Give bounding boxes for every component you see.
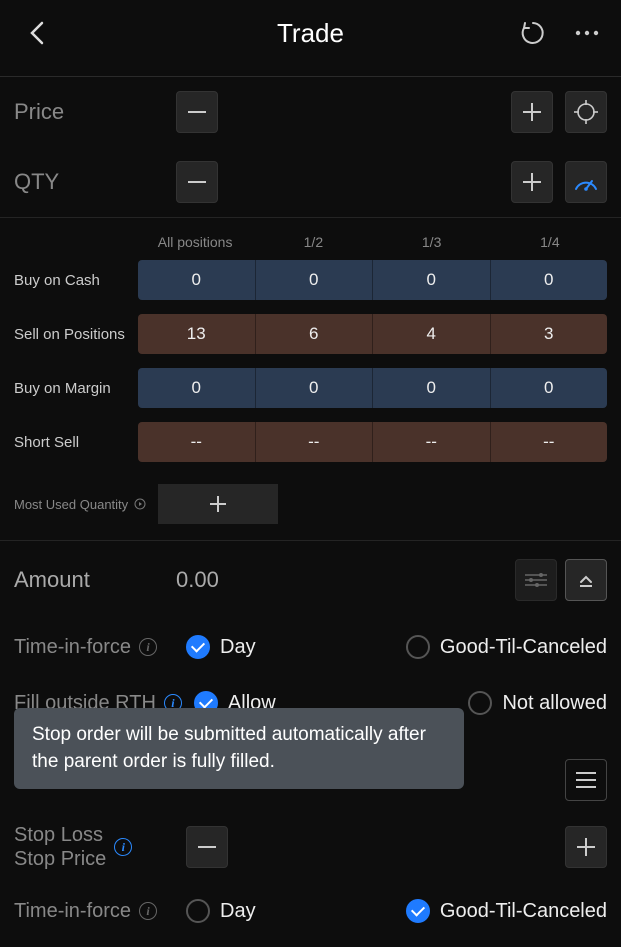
plus-icon xyxy=(210,496,226,512)
tif-day-label: Day xyxy=(220,636,256,659)
qty-decrement[interactable] xyxy=(176,161,218,203)
pos-row-label-cash: Buy on Cash xyxy=(14,272,134,289)
attached-order-menu-button[interactable] xyxy=(565,759,607,801)
price-decrement[interactable] xyxy=(176,91,218,133)
gauge-icon xyxy=(573,172,599,192)
info-icon[interactable]: i xyxy=(114,838,132,856)
refresh-button[interactable] xyxy=(515,12,551,54)
pos-header-2: 1/3 xyxy=(375,234,489,250)
pos-header-0: All positions xyxy=(138,234,252,250)
sliders-icon xyxy=(525,572,547,588)
pos-cell[interactable]: 4 xyxy=(373,314,491,354)
pos-cell[interactable]: 0 xyxy=(491,260,608,300)
qty-label: QTY xyxy=(14,169,164,195)
tif-gtc-radio[interactable] xyxy=(406,635,430,659)
pos-cell[interactable]: -- xyxy=(256,422,374,462)
pos-cell[interactable]: 0 xyxy=(373,260,491,300)
info-icon[interactable]: i xyxy=(139,638,157,656)
stoploss-decrement[interactable] xyxy=(186,826,228,868)
pos-cell[interactable]: 3 xyxy=(491,314,608,354)
plus-icon xyxy=(577,838,595,856)
most-used-label: Most Used Quantity xyxy=(14,497,146,512)
price-target-button[interactable] xyxy=(565,91,607,133)
tooltip: Stop order will be submitted automatical… xyxy=(14,708,464,789)
pos-cell[interactable]: -- xyxy=(491,422,608,462)
pos-row-label-margin: Buy on Margin xyxy=(14,380,134,397)
pos-header-3: 1/4 xyxy=(493,234,607,250)
tif-gtc-label: Good-Til-Canceled xyxy=(440,636,607,659)
stoploss-increment[interactable] xyxy=(565,826,607,868)
fill-notallowed-radio[interactable] xyxy=(468,691,492,715)
pos-cell[interactable]: 0 xyxy=(256,368,374,408)
back-button[interactable] xyxy=(16,12,58,54)
stoploss-label: Stop Loss Stop Price i xyxy=(14,823,174,871)
page-title: Trade xyxy=(277,18,344,49)
amount-value: 0.00 xyxy=(176,567,503,593)
minus-icon xyxy=(188,181,206,183)
pos-cell[interactable]: -- xyxy=(373,422,491,462)
price-label: Price xyxy=(14,99,164,125)
pos-header-1: 1/2 xyxy=(256,234,370,250)
most-used-add-button[interactable] xyxy=(158,484,278,524)
collapse-up-icon xyxy=(576,570,596,590)
refresh-icon xyxy=(520,20,546,46)
tif2-label: Time-in-force i xyxy=(14,900,174,923)
pos-cell[interactable]: -- xyxy=(138,422,256,462)
crosshair-icon xyxy=(574,100,598,124)
pos-cell[interactable]: 0 xyxy=(138,260,256,300)
price-increment[interactable] xyxy=(511,91,553,133)
pos-cell[interactable]: 0 xyxy=(138,368,256,408)
pos-cell[interactable]: 0 xyxy=(256,260,374,300)
tif-label: Time-in-force i xyxy=(14,636,174,659)
more-menu-button[interactable] xyxy=(569,12,605,54)
tif2-day-radio[interactable] xyxy=(186,899,210,923)
pos-cell[interactable]: 0 xyxy=(373,368,491,408)
play-circle-icon xyxy=(134,498,146,510)
tif-day-radio[interactable] xyxy=(186,635,210,659)
tif2-gtc-label: Good-Til-Canceled xyxy=(440,900,607,923)
info-icon[interactable]: i xyxy=(139,902,157,920)
pos-cell[interactable]: 6 xyxy=(256,314,374,354)
minus-icon xyxy=(198,846,216,848)
tif2-gtc-radio[interactable] xyxy=(406,899,430,923)
pos-cell[interactable]: 13 xyxy=(138,314,256,354)
qty-speed-button[interactable] xyxy=(565,161,607,203)
plus-icon xyxy=(523,103,541,121)
tif2-day-label: Day xyxy=(220,900,256,923)
pos-cell[interactable]: 0 xyxy=(491,368,608,408)
qty-increment[interactable] xyxy=(511,161,553,203)
plus-icon xyxy=(523,173,541,191)
pos-row-label-sell: Sell on Positions xyxy=(14,326,134,343)
more-horizontal-icon xyxy=(575,30,599,36)
chevron-left-icon xyxy=(28,19,46,47)
minus-icon xyxy=(188,111,206,113)
amount-sliders-button[interactable] xyxy=(515,559,557,601)
fill-notallowed-label: Not allowed xyxy=(502,692,607,715)
amount-collapse-button[interactable] xyxy=(565,559,607,601)
pos-row-label-short: Short Sell xyxy=(14,434,134,451)
amount-label: Amount xyxy=(14,567,164,593)
